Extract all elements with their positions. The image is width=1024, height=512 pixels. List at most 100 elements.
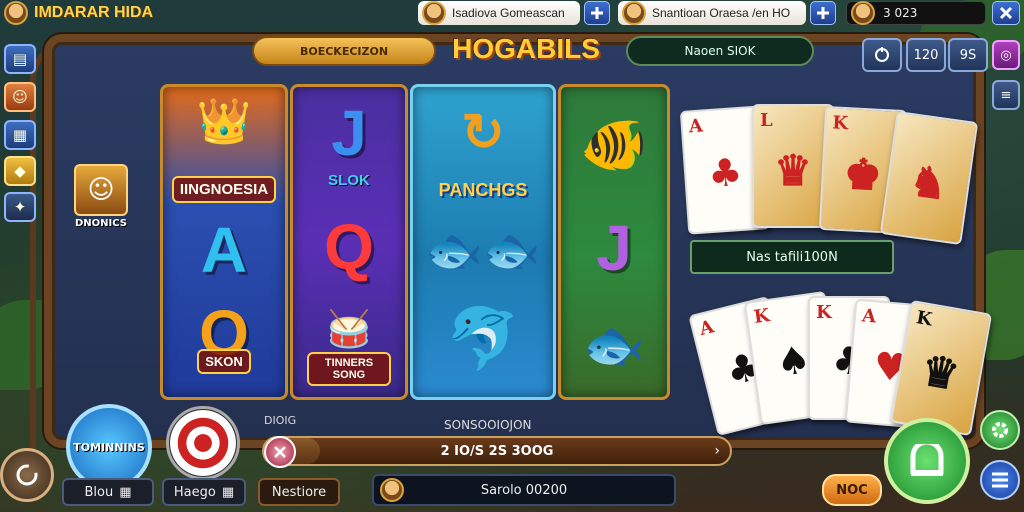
- stat-box-1[interactable]: 120: [906, 38, 946, 72]
- top-bar: IMDARAR HIDA Isadiova Gomeascan Snantioa…: [0, 0, 1024, 26]
- reel2-bottom-label: TINNERS SONG: [307, 352, 391, 386]
- dartboard-button[interactable]: [166, 406, 240, 480]
- drum-icon: 🥁: [326, 308, 372, 349]
- card-rank: K: [752, 304, 771, 328]
- game-avatar-icon: [4, 1, 28, 25]
- badge-label: DNONICS: [75, 218, 127, 229]
- coin-value: 3 023: [883, 6, 918, 20]
- plus-icon: [591, 7, 603, 19]
- reel3-top-label: PANCHGS: [438, 179, 528, 200]
- player2-name: Snantioan Oraesa /en HO: [652, 6, 791, 20]
- character-icon: ☺: [12, 88, 28, 106]
- refresh-icon: [875, 47, 889, 62]
- player2-avatar-icon: [622, 1, 646, 25]
- reel1-banner-wrap: IINGNOESIA: [163, 175, 285, 203]
- card-rank: K: [831, 112, 849, 135]
- reel1-bottom-label-wrap: SKON: [163, 348, 285, 374]
- playing-card[interactable]: ♞: [879, 110, 979, 246]
- grid-icon: ▦: [119, 484, 132, 500]
- stat-box-2[interactable]: 9S: [948, 38, 988, 72]
- coin-counter: 3 023: [846, 1, 986, 25]
- player2-add-button[interactable]: [810, 1, 836, 25]
- balance-avatar-icon: [380, 478, 404, 502]
- card-banner: Nas tafili100N: [690, 240, 894, 274]
- reel2-bottom-label-wrap: TINNERS SONG: [293, 349, 405, 389]
- fish-pair-icon: 🐟🐟: [425, 223, 541, 276]
- close-icon: [999, 6, 1013, 20]
- balance-box: Sarolo 00200: [372, 474, 676, 506]
- character-portrait-icon: ☺: [74, 164, 128, 216]
- player2-panel[interactable]: Snantioan Oraesa /en HO: [618, 1, 806, 25]
- player1-panel[interactable]: Isadiova Gomeascan: [418, 1, 580, 25]
- right-banner: Naoen SIOK: [626, 36, 814, 66]
- menu-toggle-button[interactable]: ≡: [992, 80, 1020, 110]
- reel-4: 🐠 J 🐟: [558, 84, 670, 400]
- left-banner: BOECKECIZON: [252, 36, 436, 66]
- bird-icon: ✦: [13, 198, 27, 216]
- card-rank: K: [816, 302, 832, 323]
- logo-text: HOGABILS: [452, 33, 600, 64]
- left-banner-text: BOECKECIZON: [299, 44, 389, 58]
- reel-1: 👑 IINGNOESIA A O SKON: [160, 84, 288, 400]
- center-info-text: Haego: [173, 484, 216, 500]
- close-icon: [274, 446, 286, 458]
- reel-3: ↻ PANCHGS 🐟🐟 🐬: [410, 84, 556, 400]
- action-button[interactable]: NOC: [822, 474, 882, 506]
- card-rank: A: [861, 305, 877, 328]
- small-label: DIOIG: [264, 414, 297, 427]
- reel2-symbol-q: Q: [324, 211, 374, 283]
- refresh-icon: [16, 464, 38, 486]
- crown-icon: 👑: [196, 97, 252, 146]
- reel4-symbol-j: J: [596, 212, 632, 284]
- shark-icon: 🐬: [445, 304, 521, 372]
- settings-round-button[interactable]: [0, 448, 54, 502]
- game-logo: HOGABILS: [440, 28, 612, 70]
- ticket-icon: ◆: [14, 162, 26, 180]
- left-info-box[interactable]: Blou ▦: [62, 478, 154, 506]
- balance-text: Sarolo 00200: [480, 482, 568, 498]
- player1-avatar-icon: [422, 1, 446, 25]
- side-menu-button-3[interactable]: ▦: [4, 120, 36, 150]
- third-info-box[interactable]: Nestiore: [258, 478, 340, 506]
- card-face-icon: ♛: [917, 345, 964, 400]
- coin-avatar-icon: [851, 1, 875, 25]
- chevron-right-icon: ›: [714, 443, 720, 459]
- side-menu-button-1[interactable]: ▤: [4, 44, 36, 74]
- menu-button[interactable]: [980, 460, 1020, 500]
- grid-icon: ▦: [221, 484, 235, 500]
- spin-button[interactable]: [884, 418, 970, 504]
- right-banner-text: Naoen SIOK: [684, 44, 756, 58]
- player1-name: Isadiova Gomeascan: [452, 6, 565, 20]
- side-menu-button-2[interactable]: ☺: [4, 82, 36, 112]
- side-menu-button-5[interactable]: ✦: [4, 192, 36, 222]
- reel1-bottom-label: SKON: [197, 348, 251, 374]
- refresh-stat-button[interactable]: [862, 38, 902, 72]
- grid-icon: ▦: [12, 126, 28, 144]
- list-icon: ≡: [1000, 87, 1012, 103]
- stat-value-2: 9S: [959, 47, 977, 63]
- reel2-top-label: SLOK: [328, 171, 370, 189]
- progress-bar: 2 IO/S 2S 3OOG ›: [262, 436, 732, 466]
- bonus-button[interactable]: ◎: [992, 40, 1020, 70]
- side-menu-button-4[interactable]: ◆: [4, 156, 36, 186]
- reel-2: J SLOK Q 🥁 TINNERS SONG: [290, 84, 408, 400]
- progress-label: SONSOOIOJON: [444, 418, 532, 432]
- center-info-box[interactable]: Haego ▦: [162, 478, 246, 506]
- jackpot-badge[interactable]: ☺ DNONICS: [68, 164, 134, 240]
- tournaments-label: TOMINNINS: [73, 440, 145, 454]
- progress-text: 2 IO/S 2S 3OOG: [440, 443, 554, 459]
- card-rank: K: [914, 307, 934, 331]
- book-icon: ▤: [12, 50, 28, 68]
- card-rank: L: [760, 110, 773, 131]
- card-rank: A: [688, 115, 704, 138]
- left-info-text: Blou: [84, 484, 114, 500]
- third-info-text: Nestiore: [271, 484, 327, 500]
- cancel-round-button[interactable]: [264, 436, 296, 468]
- settings-button[interactable]: [980, 410, 1020, 450]
- game-title-text: IMDARAR HIDA: [34, 4, 154, 21]
- card-rank: A: [697, 316, 717, 341]
- close-button[interactable]: [992, 1, 1020, 25]
- player1-add-button[interactable]: [584, 1, 610, 25]
- reel1-banner: IINGNOESIA: [171, 175, 277, 203]
- game-title: IMDARAR HIDA: [4, 1, 154, 25]
